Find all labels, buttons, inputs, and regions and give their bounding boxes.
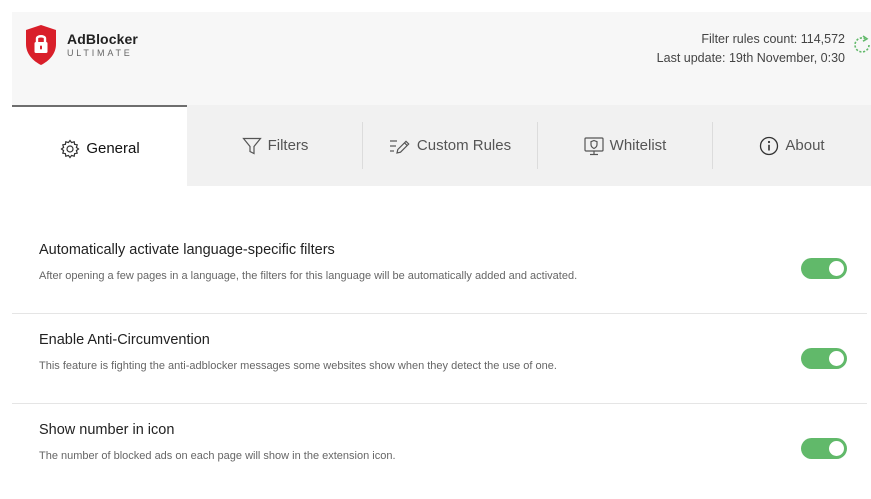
tab-whitelist[interactable]: Whitelist <box>537 105 712 186</box>
tab-separator <box>362 122 363 169</box>
tab-about[interactable]: About <box>712 105 871 186</box>
tab-filters[interactable]: Filters <box>187 105 362 186</box>
logo: AdBlocker ULTIMATE <box>24 24 138 66</box>
tab-separator <box>712 122 713 169</box>
tab-label-custom-rules: Custom Rules <box>416 137 512 154</box>
tab-general[interactable]: General <box>12 105 187 186</box>
filter-stats: Filter rules count: 114,572 Last update:… <box>657 30 845 68</box>
setting-description: This feature is fighting the anti-adbloc… <box>39 360 557 372</box>
setting-title: Automatically activate language-specific… <box>39 242 335 258</box>
setting-title: Enable Anti-Circumvention <box>39 332 210 348</box>
anti-circumvention-toggle[interactable] <box>801 348 847 369</box>
app-window: AdBlocker ULTIMATE Filter rules count: 1… <box>12 12 871 499</box>
tab-custom-rules[interactable]: Custom Rules <box>362 105 537 186</box>
tab-label-filters: Filters <box>267 137 309 154</box>
brand: AdBlocker ULTIMATE <box>67 32 138 58</box>
tab-label-whitelist: Whitelist <box>609 137 667 154</box>
setting-description: The number of blocked ads on each page w… <box>39 450 396 462</box>
setting-anti-circumvention: Enable Anti-Circumvention This feature i… <box>12 314 867 404</box>
settings-panel: Automatically activate language-specific… <box>12 186 871 499</box>
language-filters-toggle[interactable] <box>801 258 847 279</box>
gear-icon <box>60 139 80 158</box>
monitor-shield-icon <box>584 136 604 155</box>
tab-separator <box>537 122 538 169</box>
show-number-toggle[interactable] <box>801 438 847 459</box>
rules-count: Filter rules count: 114,572 <box>701 32 845 46</box>
edit-list-icon <box>389 139 410 154</box>
tab-bar: General Filters Custom Rules Whitelist A… <box>12 105 871 186</box>
last-update: Last update: 19th November, 0:30 <box>656 51 845 65</box>
setting-language-filters: Automatically activate language-specific… <box>12 224 867 314</box>
shield-lock-icon <box>26 25 56 65</box>
brand-name: AdBlocker <box>67 31 138 47</box>
setting-show-number: Show number in icon The number of blocke… <box>12 404 867 494</box>
header: AdBlocker ULTIMATE Filter rules count: 1… <box>12 12 871 105</box>
info-icon <box>760 136 779 155</box>
funnel-icon <box>241 137 262 154</box>
refresh-icon[interactable] <box>851 34 871 56</box>
setting-description: After opening a few pages in a language,… <box>39 270 578 282</box>
tab-label-general: General <box>86 140 140 157</box>
setting-title: Show number in icon <box>39 422 175 438</box>
brand-subtitle: ULTIMATE <box>67 48 133 58</box>
tab-label-about: About <box>785 137 825 154</box>
